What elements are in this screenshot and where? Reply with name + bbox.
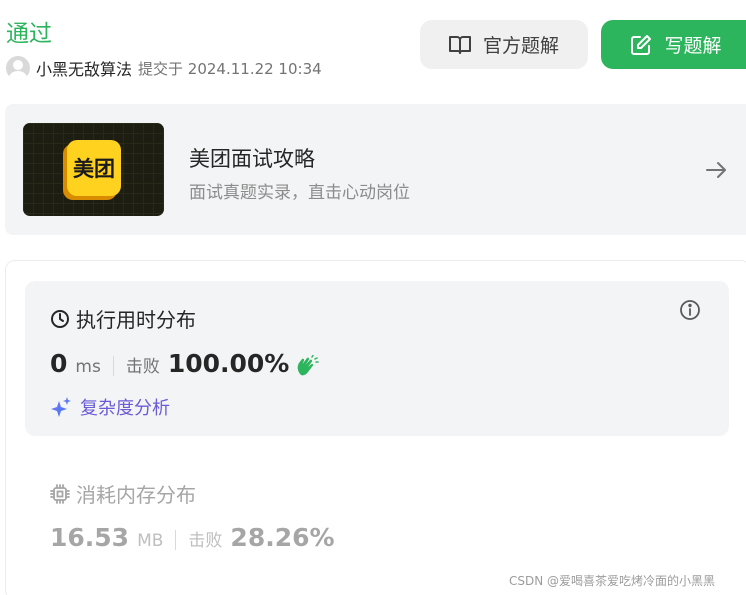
complexity-analysis-link[interactable]: 复杂度分析 (50, 394, 170, 420)
meituan-logo: 美团 (67, 140, 121, 196)
memory-beat-value: 28.26% (230, 523, 335, 552)
submitted-time: 提交于 2024.11.22 10:34 (138, 59, 322, 78)
edit-icon (631, 34, 652, 55)
runtime-value: 0 (50, 349, 68, 378)
arrow-right-icon[interactable] (704, 158, 728, 182)
chip-icon (50, 483, 70, 504)
watermark: CSDN @爱喝喜茶爱吃烤冷面的小黑黑 (509, 574, 716, 588)
runtime-stats: 0 ms 击败 100.00% (50, 349, 320, 383)
submission-status: 通过 (6, 21, 52, 47)
clap-icon (298, 355, 320, 376)
write-solution-button[interactable]: 写题解 (601, 20, 746, 69)
submission-meta: 小黑无敌算法 提交于 2024.11.22 10:34 (6, 55, 322, 81)
runtime-beat-value: 100.00% (167, 349, 290, 378)
stats-panel: 执行用时分布 0 ms 击败 100.00% 复杂度分析 消耗内存分布 16.5… (5, 260, 746, 595)
banner-subtitle: 面试真题实录，直击心动岗位 (189, 183, 410, 203)
runtime-card[interactable]: 执行用时分布 0 ms 击败 100.00% 复杂度分析 (25, 281, 729, 436)
write-solution-label: 写题解 (664, 35, 722, 57)
info-icon[interactable] (679, 299, 701, 321)
memory-stats: 16.53 MB 击败 28.26% (50, 523, 335, 557)
complexity-analysis-label: 复杂度分析 (80, 398, 170, 419)
book-open-icon (448, 35, 471, 54)
clock-icon (51, 309, 69, 328)
memory-value: 16.53 (50, 523, 130, 552)
runtime-unit: ms (75, 357, 101, 377)
runtime-beat-label: 击败 (125, 357, 160, 377)
runtime-heading: 执行用时分布 (50, 304, 196, 333)
author-name[interactable]: 小黑无敌算法 (36, 56, 132, 80)
banner-image: 美团 (23, 123, 164, 216)
avatar[interactable] (6, 56, 30, 80)
promo-banner[interactable]: 美团 美团面试攻略 面试真题实录，直击心动岗位 (5, 104, 746, 235)
sparkle-icon (51, 397, 71, 417)
memory-heading[interactable]: 消耗内存分布 (50, 479, 196, 508)
official-solution-button[interactable]: 官方题解 (420, 20, 588, 69)
memory-unit: MB (137, 531, 164, 551)
memory-beat-label: 击败 (188, 531, 223, 551)
banner-title: 美团面试攻略 (189, 147, 315, 171)
official-solution-label: 官方题解 (482, 35, 559, 57)
